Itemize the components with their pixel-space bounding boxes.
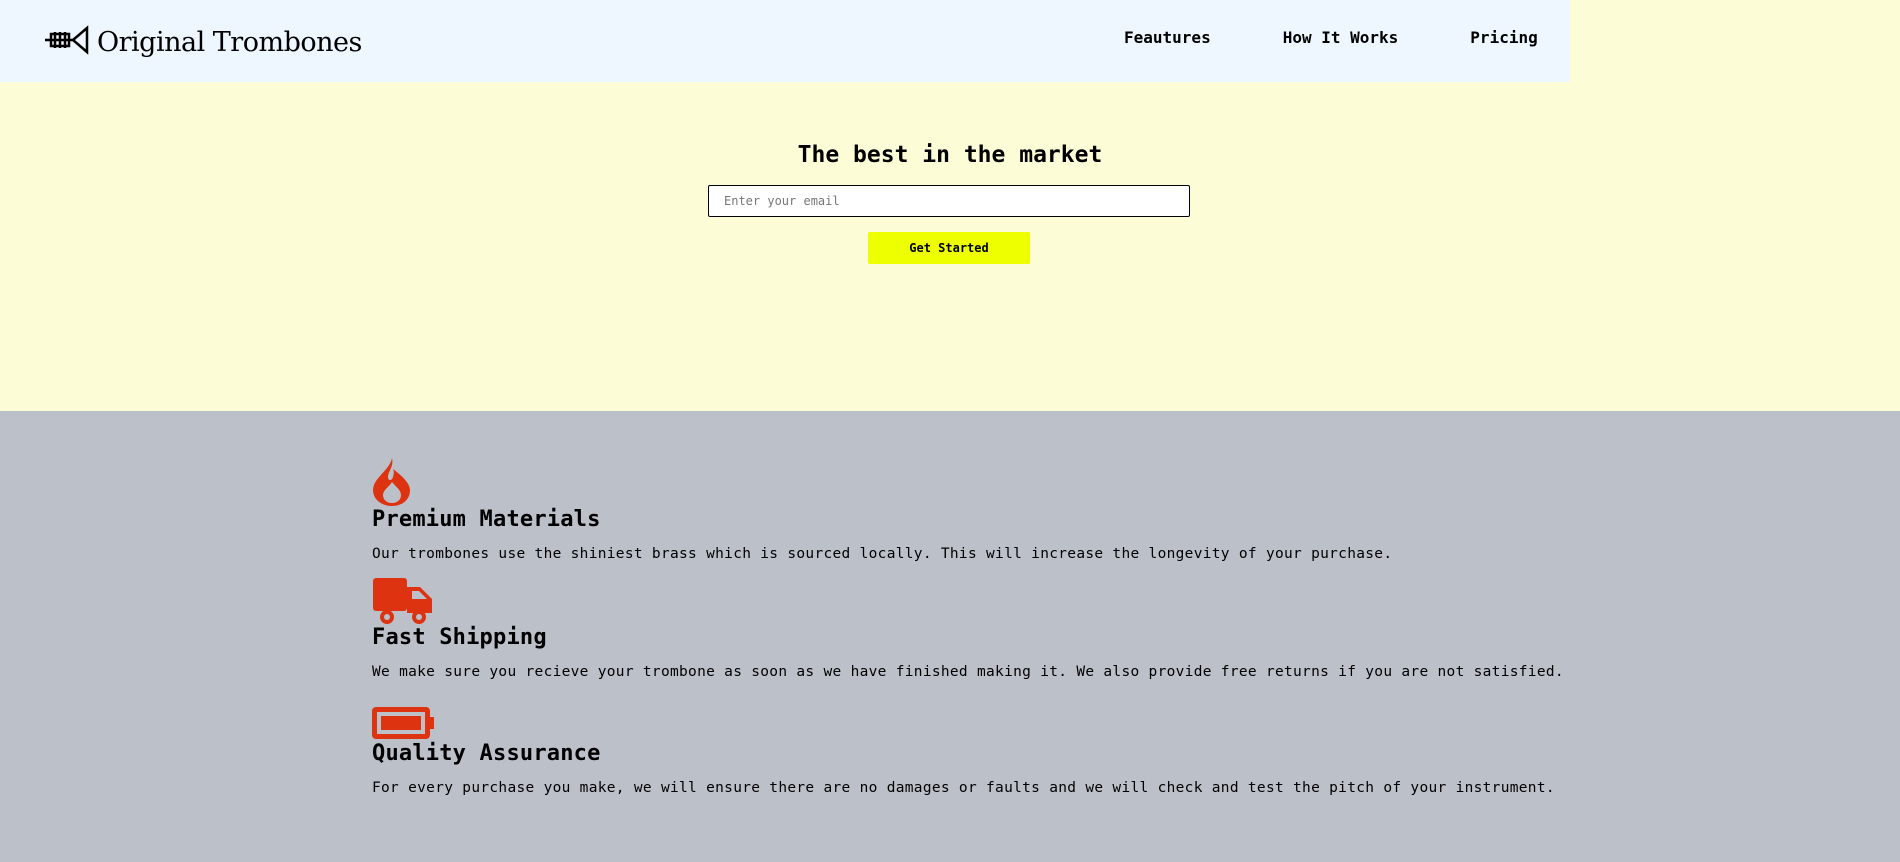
nav-link-how-it-works[interactable]: How It Works bbox=[1283, 28, 1399, 47]
feature-title: Fast Shipping bbox=[372, 625, 547, 650]
feature-quality-assurance: Quality Assurance For every purchase you… bbox=[372, 707, 1555, 796]
fire-icon bbox=[372, 457, 1392, 507]
nav-link-pricing[interactable]: Pricing bbox=[1470, 28, 1537, 47]
feature-text: We make sure you recieve your trombone a… bbox=[372, 664, 1564, 680]
logo[interactable]: Original Trombones bbox=[43, 20, 362, 64]
feature-text: For every purchase you make, we will ens… bbox=[372, 780, 1555, 796]
trumpet-logo-icon bbox=[43, 20, 89, 64]
get-started-button[interactable]: Get Started bbox=[868, 232, 1030, 264]
feature-premium-materials: Premium Materials Our trombones use the … bbox=[372, 457, 1392, 562]
hero-section: The best in the market Get Started bbox=[0, 82, 1900, 411]
feature-fast-shipping: Fast Shipping We make sure you recieve y… bbox=[372, 577, 1564, 680]
features-section: Premium Materials Our trombones use the … bbox=[0, 411, 1900, 862]
feature-text: Our trombones use the shiniest brass whi… bbox=[372, 546, 1393, 562]
nav-link-features[interactable]: Feautures bbox=[1124, 28, 1211, 47]
logo-text: Original Trombones bbox=[97, 26, 362, 58]
hero-title: The best in the market bbox=[797, 142, 1103, 168]
site-header: Original Trombones Feautures How It Work… bbox=[0, 0, 1570, 82]
email-input[interactable] bbox=[708, 185, 1190, 217]
truck-icon bbox=[372, 577, 1564, 625]
feature-title: Quality Assurance bbox=[372, 741, 601, 766]
battery-icon bbox=[372, 707, 1555, 741]
main-nav: Feautures How It Works Pricing bbox=[1124, 28, 1538, 47]
feature-title: Premium Materials bbox=[372, 507, 601, 532]
